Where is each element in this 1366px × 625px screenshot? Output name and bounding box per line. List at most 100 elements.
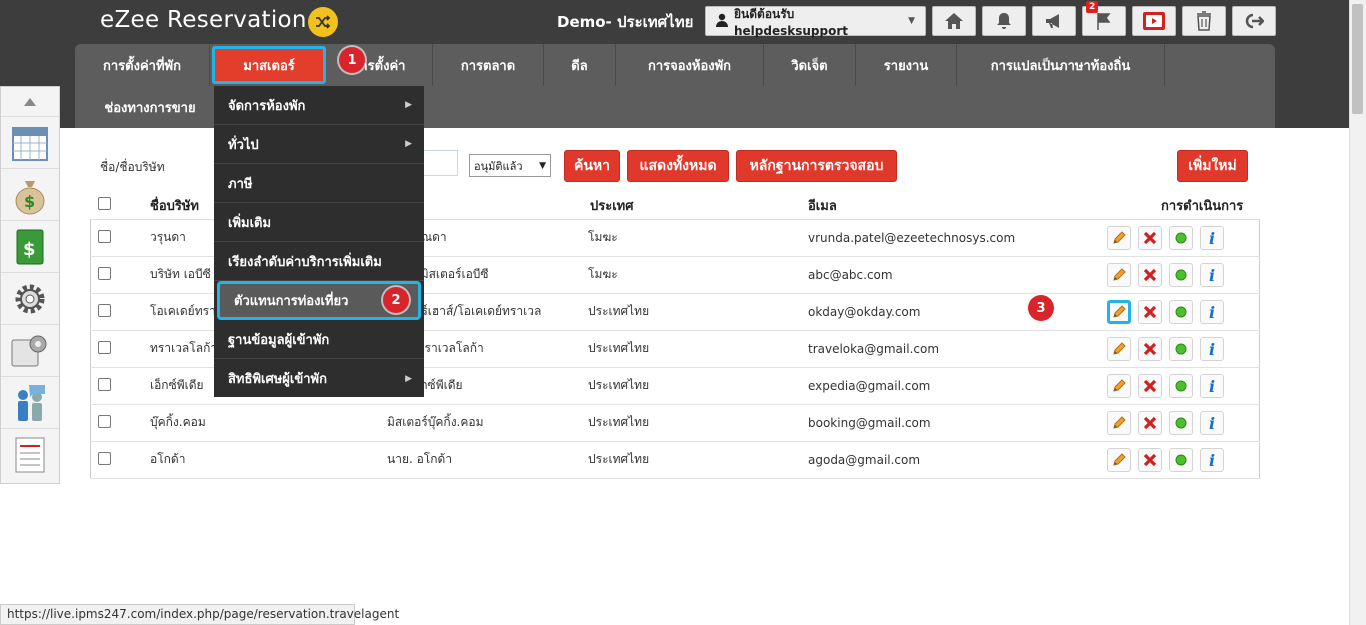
edit-button[interactable] [1107, 410, 1131, 435]
row-checkbox[interactable] [98, 414, 111, 428]
edit-button[interactable] [1107, 225, 1131, 250]
sidebar-calendar[interactable] [1, 117, 59, 169]
row-checkbox-cell[interactable] [90, 256, 130, 294]
add-new-button[interactable]: เพิ่มใหม่ [1177, 150, 1248, 182]
search-button[interactable]: ค้นหา [564, 150, 620, 182]
app-logo[interactable]: eZee Reservation [100, 7, 307, 33]
delete-button[interactable] [1138, 447, 1162, 472]
header-email[interactable]: อีเมล [789, 192, 1089, 220]
show-all-button[interactable]: แสดงทั้งหมด [627, 150, 729, 182]
home-button[interactable] [932, 6, 976, 36]
sidebar-cash[interactable]: $ [1, 221, 59, 273]
info-button[interactable]: i [1200, 447, 1224, 472]
menu-item-room-management[interactable]: จัดการห้องพัก ▶ [214, 86, 424, 125]
sidebar-money-bag[interactable]: $ [1, 169, 59, 221]
edit-button[interactable] [1107, 262, 1131, 287]
audit-trail-button[interactable]: หลักฐานการตรวจสอบ [736, 150, 897, 182]
delete-button[interactable] [1138, 262, 1162, 287]
menu-item-guest-privileges[interactable]: สิทธิพิเศษผู้เข้าพัก ▶ [214, 359, 424, 398]
info-button[interactable]: i [1200, 299, 1224, 324]
sidebar-users[interactable] [1, 377, 59, 429]
delete-button[interactable] [1138, 373, 1162, 398]
edit-button[interactable] [1107, 299, 1131, 324]
nav-widgets[interactable]: วิดเจ็ต [764, 44, 856, 86]
youtube-button[interactable] [1132, 6, 1176, 36]
nav-reports[interactable]: รายงาน [856, 44, 957, 86]
status-button[interactable] [1169, 299, 1193, 324]
cell-country: โมฆะ [588, 219, 789, 257]
row-checkbox-cell[interactable] [90, 367, 130, 405]
menu-item-label: เพิ่มเติม [228, 215, 272, 231]
scrollbar-thumb[interactable] [1352, 4, 1363, 114]
nav-marketing[interactable]: การตลาด [433, 44, 544, 86]
info-button[interactable]: i [1200, 410, 1224, 435]
nav-reservations[interactable]: การจองห้องพัก [616, 44, 764, 86]
sidebar-tasks[interactable] [1, 429, 59, 481]
cell-email: booking@gmail.com [789, 404, 1089, 442]
menu-item-general[interactable]: ทั่วไป ▶ [214, 125, 424, 164]
edit-button[interactable] [1107, 336, 1131, 361]
row-checkbox[interactable] [98, 303, 111, 317]
announcement-button[interactable] [1032, 6, 1076, 36]
row-checkbox[interactable] [98, 340, 111, 354]
delete-button[interactable] [1138, 336, 1162, 361]
nav-master[interactable]: มาสเตอร์ [212, 46, 326, 84]
status-button[interactable] [1169, 373, 1193, 398]
menu-item-label: สิทธิพิเศษผู้เข้าพัก [228, 372, 327, 387]
row-checkbox[interactable] [98, 266, 111, 280]
status-select[interactable]: อนุมัติแล้ว ▼ [469, 154, 551, 177]
status-button[interactable] [1169, 447, 1193, 472]
logout-button[interactable] [1232, 6, 1276, 36]
nav-deals[interactable]: ดีล [544, 44, 616, 86]
menu-item-extras[interactable]: เพิ่มเติม [214, 203, 424, 242]
filter-name-input[interactable] [420, 150, 458, 176]
delete-button[interactable] [1138, 225, 1162, 250]
row-checkbox[interactable] [98, 377, 111, 391]
status-button[interactable] [1169, 225, 1193, 250]
sidebar-settings[interactable] [1, 273, 59, 325]
edit-button[interactable] [1107, 447, 1131, 472]
widget-icon [11, 335, 47, 366]
user-menu-button[interactable]: ยินดีต้อนรับ helpdesksupport ▼ [705, 6, 926, 38]
info-button[interactable]: i [1200, 225, 1224, 250]
header-select-all[interactable] [90, 192, 130, 220]
status-button[interactable] [1169, 410, 1193, 435]
row-checkbox-cell[interactable] [90, 219, 130, 257]
nav-sales-channels[interactable]: ช่องทางการขาย [75, 86, 225, 128]
info-button[interactable]: i [1200, 336, 1224, 361]
hotel-name[interactable]: Demo- ประเทศไทย [557, 10, 693, 34]
menu-item-sort-extra-charges[interactable]: เรียงลำดับค่าบริการเพิ่มเติม [214, 242, 424, 281]
menu-item-tax[interactable]: ภาษี [214, 164, 424, 203]
flag-button[interactable]: 2 [1082, 1, 1126, 36]
nav-localization[interactable]: การแปลเป็นภาษาท้องถิ่น [957, 44, 1165, 86]
delete-button[interactable] [1138, 299, 1162, 324]
sidebar-widget[interactable] [1, 325, 59, 377]
task-list-icon [15, 437, 45, 473]
status-button[interactable] [1169, 336, 1193, 361]
edit-button[interactable] [1107, 373, 1131, 398]
row-checkbox-cell[interactable] [90, 404, 130, 442]
notification-button[interactable] [982, 6, 1026, 36]
sidebar-up-arrow[interactable] [1, 87, 59, 117]
shuffle-icon[interactable] [308, 7, 338, 37]
cell-email: agoda@gmail.com [789, 441, 1089, 479]
menu-item-guest-database[interactable]: ฐานข้อมูลผู้เข้าพัก [214, 320, 424, 359]
cell-name: นาย. อโกด้า [387, 441, 588, 479]
select-all-checkbox[interactable] [98, 196, 111, 210]
svg-text:i: i [1209, 341, 1215, 357]
info-button[interactable]: i [1200, 262, 1224, 287]
row-checkbox-cell[interactable] [90, 293, 130, 331]
row-checkbox-cell[interactable] [90, 330, 130, 368]
pencil-icon [1113, 230, 1126, 244]
row-checkbox[interactable] [98, 229, 111, 243]
close-icon [1143, 231, 1157, 244]
info-button[interactable]: i [1200, 373, 1224, 398]
delete-button[interactable] [1138, 410, 1162, 435]
row-checkbox[interactable] [98, 451, 111, 465]
header-country[interactable]: ประเทศ [588, 192, 789, 220]
status-button[interactable] [1169, 262, 1193, 287]
row-checkbox-cell[interactable] [90, 441, 130, 479]
trash-button[interactable] [1182, 6, 1226, 36]
nav-property-settings[interactable]: การตั้งค่าที่พัก [75, 44, 210, 86]
page-scrollbar[interactable] [1349, 0, 1366, 625]
